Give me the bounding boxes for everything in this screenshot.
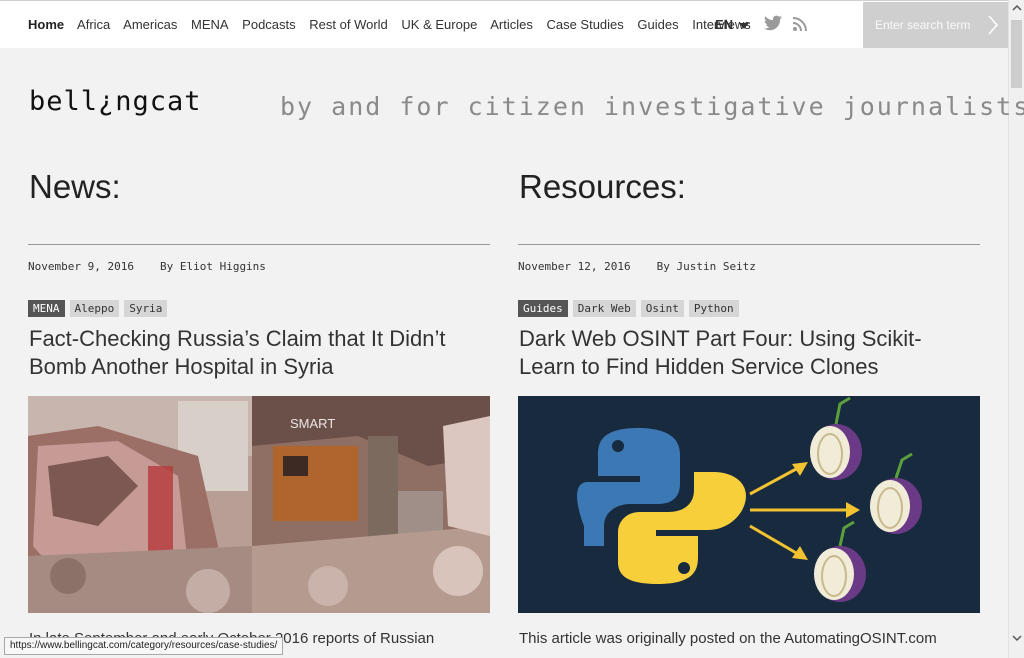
nav-case-studies[interactable]: Case Studies <box>546 17 623 32</box>
scroll-thumb[interactable] <box>1011 20 1022 88</box>
language-label: EN <box>715 17 734 32</box>
nav-americas[interactable]: Americas <box>123 17 177 32</box>
resources-article-image[interactable] <box>518 396 980 613</box>
tag-aleppo[interactable]: Aleppo <box>69 300 120 317</box>
search-input[interactable] <box>863 2 983 48</box>
nav-guides[interactable]: Guides <box>637 17 678 32</box>
nav-africa[interactable]: Africa <box>77 17 110 32</box>
news-divider <box>28 244 490 245</box>
nav-rest-of-world[interactable]: Rest of World <box>309 17 388 32</box>
nav-uk-europe[interactable]: UK & Europe <box>401 17 477 32</box>
resources-divider <box>518 244 980 245</box>
tag-mena[interactable]: MENA <box>28 300 65 317</box>
top-nav: Home Africa Americas MENA Podcasts Rest … <box>0 0 1008 48</box>
news-meta: November 9, 2016 By Eliot Higgins <box>28 260 266 273</box>
python-tor-image <box>518 396 980 613</box>
nav-articles[interactable]: Articles <box>490 17 533 32</box>
tag-syria[interactable]: Syria <box>124 300 168 317</box>
news-date: November 9, 2016 <box>28 260 134 273</box>
news-article-image[interactable]: SMART <box>28 396 490 613</box>
resources-author[interactable]: By Justin Seitz <box>657 260 756 273</box>
tag-dark-web[interactable]: Dark Web <box>572 300 636 317</box>
news-article-title[interactable]: Fact-Checking Russia’s Claim that It Did… <box>29 325 479 381</box>
language-selector[interactable]: EN <box>715 17 750 32</box>
resources-heading: Resources: <box>519 168 686 205</box>
nav-home[interactable]: Home <box>28 17 64 32</box>
status-url-bar: https://www.bellingcat.com/category/reso… <box>4 637 284 655</box>
nav-mena[interactable]: MENA <box>191 17 229 32</box>
hospital-rubble-image: SMART <box>28 396 490 613</box>
arrow-right-icon[interactable] <box>987 15 999 35</box>
resources-date: November 12, 2016 <box>518 260 631 273</box>
tag-python[interactable]: Python <box>688 300 739 317</box>
news-heading: News: <box>29 168 121 205</box>
nav-podcasts[interactable]: Podcasts <box>242 17 295 32</box>
resources-tags: Guides Dark Web Osint Python <box>518 299 744 317</box>
search-box <box>863 2 1008 48</box>
tag-guides[interactable]: Guides <box>518 300 568 317</box>
site-logo[interactable]: bell¿ngcat <box>29 86 202 117</box>
tag-osint[interactable]: Osint <box>640 300 684 317</box>
site-tagline: by and for citizen investigative journal… <box>280 92 1024 121</box>
nav-menu: Home Africa Americas MENA Podcasts Rest … <box>28 17 761 32</box>
scroll-up-icon[interactable] <box>1012 4 1022 12</box>
news-tags: MENA Aleppo Syria <box>28 299 172 317</box>
resources-meta: November 12, 2016 By Justin Seitz <box>518 260 756 273</box>
resources-article-excerpt: This article was originally posted on th… <box>519 630 937 647</box>
resources-article-title[interactable]: Dark Web OSINT Part Four: Using Scikit-L… <box>519 325 969 381</box>
scroll-down-icon[interactable] <box>1012 634 1022 642</box>
news-author[interactable]: By Eliot Higgins <box>160 260 266 273</box>
rss-icon[interactable] <box>793 17 807 31</box>
twitter-icon[interactable] <box>764 15 782 31</box>
image-watermark: SMART <box>290 416 335 431</box>
caret-down-icon <box>739 22 750 29</box>
